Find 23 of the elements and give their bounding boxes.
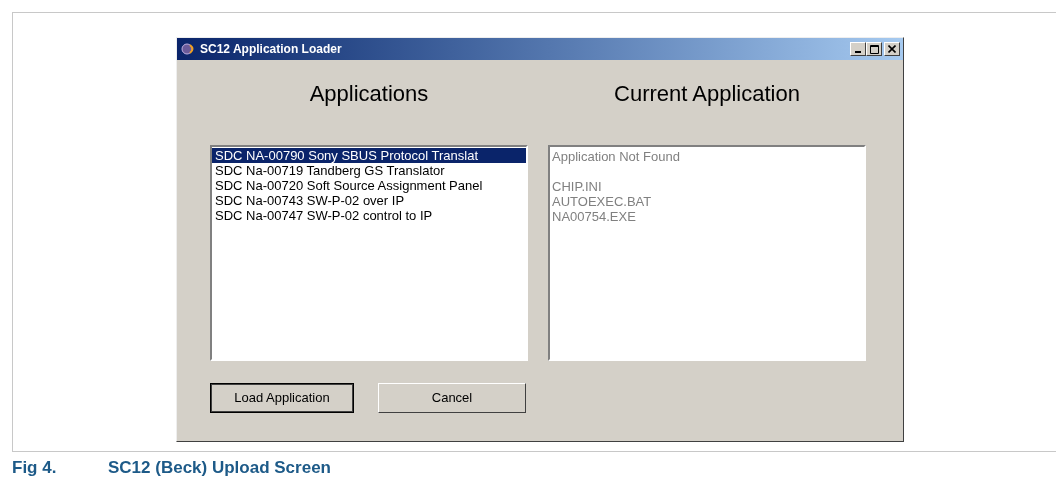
minimize-button[interactable] bbox=[850, 42, 866, 56]
status-text: Application Not Found bbox=[552, 149, 680, 164]
list-item[interactable]: SDC NA-00790 Sony SBUS Protocol Translat bbox=[212, 148, 526, 163]
list-item[interactable]: SDC Na-00719 Tandberg GS Translator bbox=[212, 163, 526, 178]
maximize-button[interactable] bbox=[866, 42, 882, 56]
caption-title: SC12 (Beck) Upload Screen bbox=[108, 457, 331, 479]
list-item[interactable]: SDC Na-00743 SW-P-02 over IP bbox=[212, 193, 526, 208]
section-heading: Applications bbox=[308, 80, 430, 108]
section-heading: Current Application bbox=[613, 80, 801, 108]
close-button[interactable] bbox=[884, 42, 900, 56]
minimize-icon bbox=[855, 50, 861, 53]
maximize-icon bbox=[869, 44, 879, 54]
dialog-button[interactable]: Cancel bbox=[378, 383, 526, 413]
file-name: CHIP.INI bbox=[552, 179, 602, 194]
window-title: SC12 Application Loader bbox=[200, 41, 342, 58]
dialog-button[interactable]: Load Application bbox=[210, 383, 354, 413]
list-item[interactable]: SDC Na-00720 Soft Source Assignment Panel bbox=[212, 178, 526, 193]
list-item[interactable]: SDC Na-00747 SW-P-02 control to IP bbox=[212, 208, 526, 223]
close-icon bbox=[888, 45, 896, 53]
app-icon bbox=[180, 42, 196, 56]
caption-number: Fig 4. bbox=[12, 457, 58, 479]
file-name: NA00754.EXE bbox=[552, 209, 636, 224]
file-name: AUTOEXEC.BAT bbox=[552, 194, 652, 209]
